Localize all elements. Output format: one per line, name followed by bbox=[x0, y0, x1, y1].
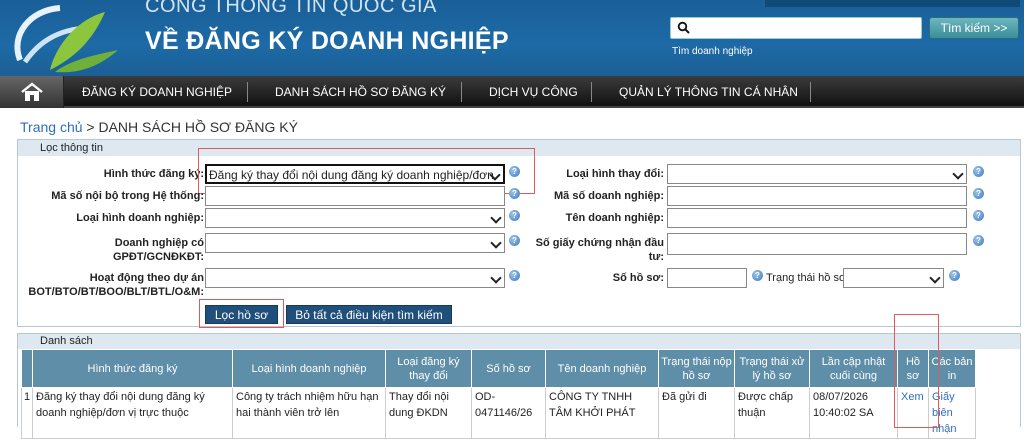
site-header: CỔNG THÔNG TIN QUỐC GIA VỀ ĐĂNG KÝ DOANH… bbox=[0, 0, 1024, 76]
so-giay-label: Số giấy chứng nhận đầu tư: bbox=[458, 236, 664, 264]
cell-trang-thai-nop: Đã gửi đi bbox=[658, 387, 735, 439]
search-hint: Tìm doanh nghiệp bbox=[672, 46, 753, 57]
cell-cap-nhat: 08/07/2026 10:40:02 SA bbox=[809, 387, 898, 439]
row-number: 1 bbox=[21, 387, 33, 439]
breadcrumb-separator: > bbox=[86, 119, 95, 135]
column-header: Loại đăng ký thay đổi bbox=[385, 349, 472, 388]
du-an-select[interactable] bbox=[205, 268, 505, 288]
breadcrumb: Trang chủ > DANH SÁCH HỒ SƠ ĐĂNG KÝ bbox=[20, 119, 298, 135]
du-an-label-line2: BOT/BTO/BT/BOO/BLT/BTL/O&M: bbox=[28, 286, 204, 298]
header-top-strip bbox=[765, 0, 1020, 7]
clear-filters-button[interactable]: Bỏ tất cả điều kiện tìm kiếm bbox=[286, 305, 452, 324]
breadcrumb-home-link[interactable]: Trang chủ bbox=[20, 119, 83, 135]
loai-hinh-label: Loại hình doanh nghiệp: bbox=[76, 212, 204, 224]
column-header: Lần cập nhật cuối cùng bbox=[809, 349, 898, 388]
nav-separator bbox=[247, 82, 248, 102]
nav-separator bbox=[461, 82, 462, 102]
main-nav: ĐĂNG KÝ DOANH NGHIỆP DANH SÁCH HỒ SƠ ĐĂN… bbox=[0, 76, 1024, 108]
column-header: Trạng thái xử lý hồ sơ bbox=[734, 349, 810, 388]
so-giay-label-line1: Số giấy chứng nhận đầu bbox=[535, 237, 664, 249]
search-input[interactable] bbox=[693, 19, 919, 37]
nav-item-danh-sach-ho-so[interactable]: DANH SÁCH HỒ SƠ ĐĂNG KÝ bbox=[263, 76, 458, 108]
column-header: Tên doanh nghiệp bbox=[545, 349, 659, 388]
gpdt-label-line2: GPĐT/GCNĐKĐT: bbox=[112, 251, 204, 263]
cell-ten-doanh-nghiep: CÔNG TY TNHH TÂM KHỞI PHÁT bbox=[545, 387, 659, 439]
help-icon[interactable]: ? bbox=[973, 188, 984, 199]
search-button[interactable]: Tìm kiếm >> bbox=[929, 17, 1019, 39]
cell-trang-thai-xu-ly: Được chấp thuận bbox=[734, 387, 810, 439]
results-panel-title: Danh sách bbox=[18, 334, 1020, 349]
so-giay-input[interactable] bbox=[667, 233, 967, 255]
column-header: Trạng thái nộp hồ sơ bbox=[658, 349, 735, 388]
ma-doanh-nghiep-label: Mã số doanh nghiệp: bbox=[554, 190, 664, 202]
trang-thai-select[interactable] bbox=[843, 268, 944, 288]
table-row: 1 Đăng ký thay đổi nội dung đăng ký doan… bbox=[21, 387, 976, 439]
nav-item-dang-ky-doanh-nghiep[interactable]: ĐĂNG KÝ DOANH NGHIỆP bbox=[70, 76, 244, 108]
help-icon[interactable]: ? bbox=[752, 270, 763, 281]
help-icon[interactable]: ? bbox=[973, 235, 984, 246]
filter-panel: Lọc thông tin Hình thức đăng ký: Đăng ký… bbox=[17, 139, 1021, 328]
search-box[interactable] bbox=[670, 17, 922, 39]
column-header: Loại hình doanh nghiệp bbox=[232, 349, 386, 388]
so-ho-so-label: Số hồ sơ: bbox=[612, 272, 664, 284]
highlight-box bbox=[894, 314, 939, 428]
help-icon[interactable]: ? bbox=[973, 166, 984, 177]
du-an-label: Hoạt động theo dự án BOT/BTO/BT/BOO/BLT/… bbox=[18, 271, 204, 299]
filter-button[interactable]: Lọc hồ sơ bbox=[205, 305, 278, 324]
cell-loai-dang-ky: Thay đổi nội dung ĐKDN bbox=[385, 387, 472, 439]
nav-item-quan-ly-thong-tin[interactable]: QUẢN LÝ THÔNG TIN CÁ NHÂN bbox=[607, 76, 810, 108]
brand-subtitle: CỔNG THÔNG TIN QUỐC GIA bbox=[145, 0, 437, 17]
so-giay-label-line2: tư: bbox=[648, 251, 664, 263]
gpdt-label: Doanh nghiệp có GPĐT/GCNĐKĐT: bbox=[28, 236, 204, 264]
breadcrumb-current: DANH SÁCH HỒ SƠ ĐĂNG KÝ bbox=[98, 119, 298, 135]
gpdt-label-line1: Doanh nghiệp có bbox=[114, 237, 204, 249]
ten-doanh-nghiep-input[interactable] bbox=[667, 208, 967, 228]
help-icon[interactable]: ? bbox=[973, 210, 984, 221]
nav-item-dich-vu-cong[interactable]: DỊCH VỤ CÔNG bbox=[477, 76, 590, 108]
ten-doanh-nghiep-label: Tên doanh nghiệp: bbox=[565, 212, 664, 224]
so-ho-so-input[interactable] bbox=[667, 268, 747, 288]
brand-title: VỀ ĐĂNG KÝ DOANH NGHIỆP bbox=[145, 27, 509, 55]
search-icon bbox=[677, 21, 690, 34]
hinh-thuc-label: Hình thức đăng ký: bbox=[103, 168, 204, 180]
results-table: Hình thức đăng ký Loại hình doanh nghiệp… bbox=[21, 349, 976, 439]
table-header-row: Hình thức đăng ký Loại hình doanh nghiệp… bbox=[21, 349, 976, 388]
cell-so-ho-so: OD-0471146/26 bbox=[471, 387, 546, 439]
help-icon[interactable]: ? bbox=[509, 270, 520, 281]
nav-home-button[interactable] bbox=[0, 76, 64, 108]
trang-thai-label: Trạng thái hồ sơ bbox=[766, 272, 847, 284]
column-header: Số hồ sơ bbox=[471, 349, 546, 388]
loai-thay-doi-label: Loại hình thay đổi: bbox=[566, 168, 664, 180]
cell-loai-hinh: Công ty trách nhiệm hữu hạn hai thành vi… bbox=[232, 387, 386, 439]
ma-noi-bo-label: Mã số nội bộ trong Hệ thống: bbox=[51, 190, 204, 202]
help-icon[interactable]: ? bbox=[949, 270, 960, 281]
ma-doanh-nghiep-input[interactable] bbox=[667, 186, 967, 206]
column-header: Hình thức đăng ký bbox=[32, 349, 233, 388]
column-header bbox=[21, 349, 33, 388]
du-an-label-line1: Hoạt động theo dự án bbox=[89, 272, 204, 284]
results-panel: Danh sách Hình thức đăng ký Loại hình do… bbox=[17, 314, 1021, 439]
loai-thay-doi-select[interactable] bbox=[667, 164, 967, 184]
cell-hinh-thuc: Đăng ký thay đổi nội dung đăng ký doanh … bbox=[32, 387, 233, 439]
portal-logo-icon bbox=[14, 5, 118, 73]
home-icon bbox=[21, 82, 43, 101]
nav-separator bbox=[810, 82, 811, 102]
nav-separator bbox=[591, 82, 592, 102]
